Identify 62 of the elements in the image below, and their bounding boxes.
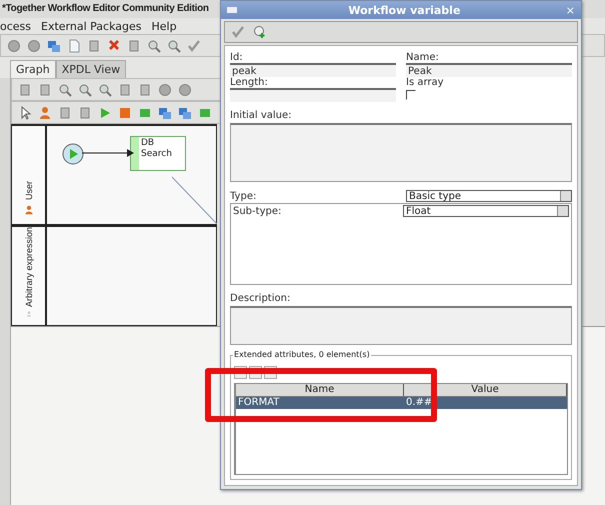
magnifier-icon[interactable] [58, 82, 72, 96]
block-icon[interactable] [18, 82, 32, 96]
type-dropdown[interactable]: Basic type [406, 190, 572, 202]
windows-icon[interactable] [158, 106, 172, 120]
block-icon[interactable] [138, 82, 152, 96]
connector-line [172, 176, 217, 224]
menu-item[interactable]: ocess [0, 20, 32, 32]
circle-icon[interactable] [158, 82, 172, 96]
block-icon[interactable] [87, 38, 101, 52]
tab[interactable]: XPDL View [56, 60, 126, 78]
start-event[interactable] [62, 143, 84, 165]
windows-icon[interactable] [47, 38, 61, 52]
id-field[interactable]: peak [230, 63, 396, 77]
circle-icon[interactable] [178, 82, 192, 96]
add-icon[interactable] [253, 25, 267, 39]
block-icon[interactable] [118, 82, 132, 96]
initial-value-field[interactable] [230, 123, 572, 182]
circle-icon[interactable] [27, 38, 41, 52]
play-icon[interactable] [98, 106, 112, 120]
checkbox-label: Is array [406, 77, 445, 88]
check-icon[interactable] [187, 38, 201, 52]
activity-node[interactable]: DB Search [130, 136, 186, 171]
table-cell-text: FORMAT [237, 397, 280, 409]
block-icon[interactable] [38, 82, 52, 96]
length-field[interactable] [230, 88, 396, 102]
table-cell-text: 0.## [405, 397, 434, 409]
tab[interactable]: Graph [10, 60, 56, 78]
magnifier-icon[interactable] [98, 82, 112, 96]
dialog-title: Workflow variable [347, 4, 462, 16]
magnifier-icon[interactable] [78, 82, 92, 96]
check-icon[interactable] [231, 25, 245, 39]
column-header[interactable]: Name [236, 384, 404, 396]
cross-icon[interactable] [107, 38, 121, 52]
subtype-dropdown[interactable]: Float [403, 205, 569, 217]
table-row[interactable]: FORMAT 0.## [236, 397, 567, 409]
field-label: Name: [406, 52, 440, 63]
field-label: Type: [230, 190, 258, 202]
field-label: Description: [230, 293, 292, 304]
menu-item[interactable]: External Packages [41, 20, 142, 32]
lane-label: Arbitrary expression [24, 227, 34, 308]
description-field[interactable] [230, 306, 572, 345]
person-icon [24, 204, 34, 216]
magnifier-icon[interactable] [147, 38, 161, 52]
page-icon[interactable] [67, 38, 81, 52]
group-legend: Extended attributes, 0 element(s) [233, 350, 371, 359]
field-label: Initial value: [230, 110, 293, 121]
lane-label: User [24, 180, 34, 200]
transition-arrow[interactable] [82, 149, 134, 157]
name-field[interactable]: Peak [406, 63, 572, 77]
field-label: Length: [230, 77, 269, 88]
column-header[interactable]: Value [404, 384, 567, 396]
block-icon[interactable] [58, 106, 72, 120]
person-icon[interactable] [38, 106, 52, 120]
magnifier-icon[interactable] [167, 38, 181, 52]
block-icon[interactable] [78, 106, 92, 120]
circle-icon[interactable] [7, 38, 21, 52]
menu-item[interactable]: Help [151, 20, 177, 32]
windows-icon[interactable] [178, 106, 192, 120]
field-label: Sub-type: [233, 206, 282, 216]
stop-icon[interactable] [118, 106, 132, 120]
block-icon[interactable] [127, 38, 141, 52]
field-label: Id: [230, 52, 244, 63]
